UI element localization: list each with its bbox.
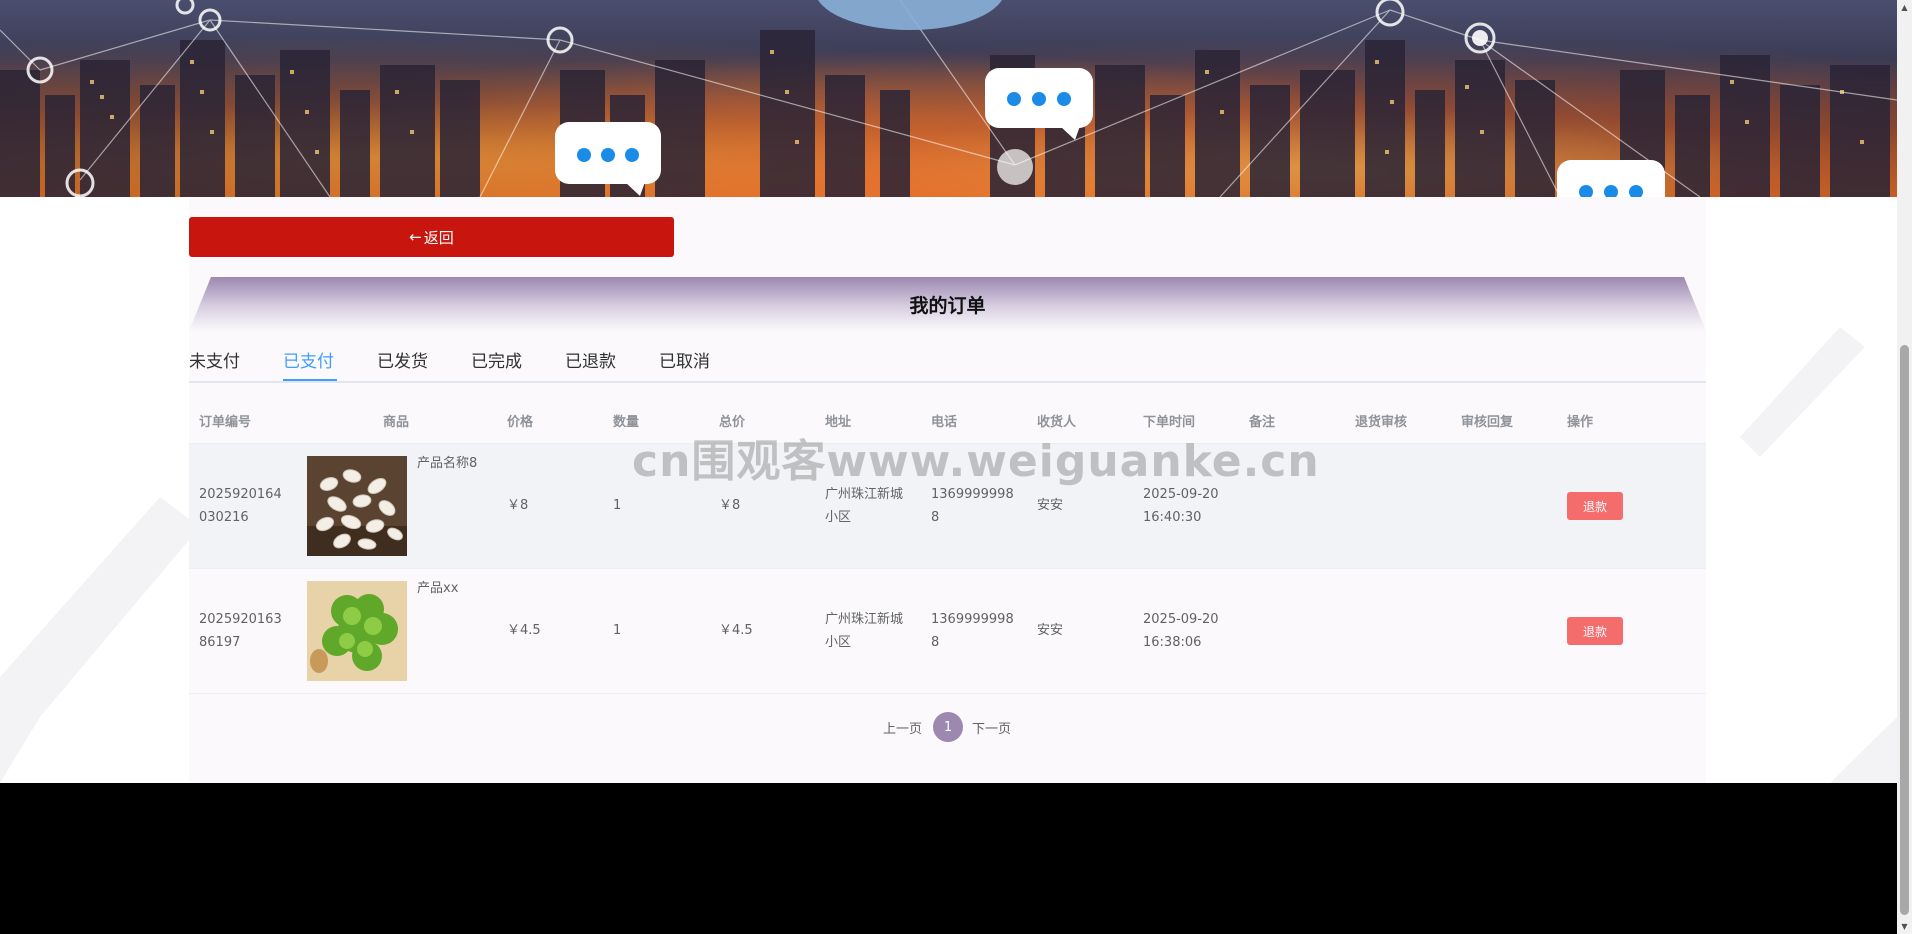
- footer: [0, 783, 1897, 934]
- order-number: 2025920164 030216: [199, 487, 282, 525]
- order-number: 2025920163 86197: [199, 612, 282, 650]
- header-order-no: 订单编号: [199, 415, 252, 430]
- banner-graphic: [0, 0, 1897, 197]
- tab-cancelled[interactable]: 已取消: [659, 347, 710, 372]
- table-row: 2025920163 86197 产品xx ￥4.5 1 ￥4.5 广州珠江新城…: [189, 569, 1706, 694]
- arrow-left-icon: ←: [409, 228, 422, 246]
- total-price: ￥4.5: [719, 623, 753, 638]
- page-title: 我的订单: [909, 294, 986, 317]
- header-actions: 操作: [1567, 415, 1594, 430]
- garlic-image: [307, 456, 407, 556]
- product-name: 产品xx: [417, 581, 459, 596]
- header-price: 价格: [507, 415, 534, 430]
- watermark: cn围观客www.weiguanke.cn: [632, 436, 1320, 487]
- order-status-tabs: 未支付 已支付 已发货 已完成 已退款 已取消: [189, 337, 1706, 383]
- tab-completed[interactable]: 已完成: [471, 347, 522, 372]
- refund-button[interactable]: 退款: [1567, 492, 1623, 520]
- lettuce-image: [307, 581, 407, 681]
- header-review-reply: 审核回复: [1461, 415, 1514, 430]
- vertical-scrollbar[interactable]: ▲ ▼: [1897, 0, 1912, 934]
- header-return-review: 退货审核: [1355, 415, 1408, 430]
- active-tab-indicator: [283, 379, 337, 381]
- order-time: 2025-09-20 16:40:30: [1143, 487, 1219, 525]
- chat-bubble-icon: [1557, 160, 1665, 197]
- page-title-band: 我的订单: [189, 277, 1706, 331]
- page-number-current[interactable]: 1: [933, 712, 963, 742]
- scrollbar-thumb[interactable]: [1900, 345, 1909, 915]
- quantity: 1: [613, 623, 622, 638]
- price: ￥8: [507, 498, 529, 513]
- product-name: 产品名称8: [417, 456, 478, 471]
- tab-shipped[interactable]: 已发货: [377, 347, 428, 372]
- refund-button[interactable]: 退款: [1567, 617, 1623, 645]
- total-price: ￥8: [719, 498, 741, 513]
- receiver: 安安: [1037, 623, 1064, 638]
- back-button[interactable]: ← 返回: [189, 217, 674, 257]
- prev-page-button[interactable]: 上一页: [883, 718, 922, 737]
- receiver: 安安: [1037, 498, 1064, 513]
- phone: 1369999998 8: [931, 487, 1014, 525]
- address: 广州珠江新城 小区: [825, 612, 904, 650]
- scroll-up-icon[interactable]: ▲: [1897, 0, 1912, 15]
- phone: 1369999998 8: [931, 612, 1014, 650]
- price: ￥4.5: [507, 623, 541, 638]
- address: 广州珠江新城 小区: [825, 487, 904, 525]
- tab-paid[interactable]: 已支付: [283, 347, 334, 372]
- city-network-banner: [0, 0, 1897, 197]
- next-page-button[interactable]: 下一页: [972, 718, 1011, 737]
- orders-panel: ← 返回 我的订单 未支付 已支付 已发货 已完成 已退款 已取消 订单编号 商…: [189, 197, 1706, 783]
- quantity: 1: [613, 498, 622, 513]
- tab-refunded[interactable]: 已退款: [565, 347, 616, 372]
- scroll-down-icon[interactable]: ▼: [1897, 919, 1912, 934]
- order-time: 2025-09-20 16:38:06: [1143, 612, 1219, 650]
- page: ← 返回 我的订单 未支付 已支付 已发货 已完成 已退款 已取消 订单编号 商…: [0, 0, 1912, 934]
- back-button-label: 返回: [423, 228, 454, 247]
- tab-unpaid[interactable]: 未支付: [189, 347, 240, 372]
- header-product: 商品: [383, 415, 410, 430]
- pagination: 上一页 1 下一页: [189, 712, 1706, 742]
